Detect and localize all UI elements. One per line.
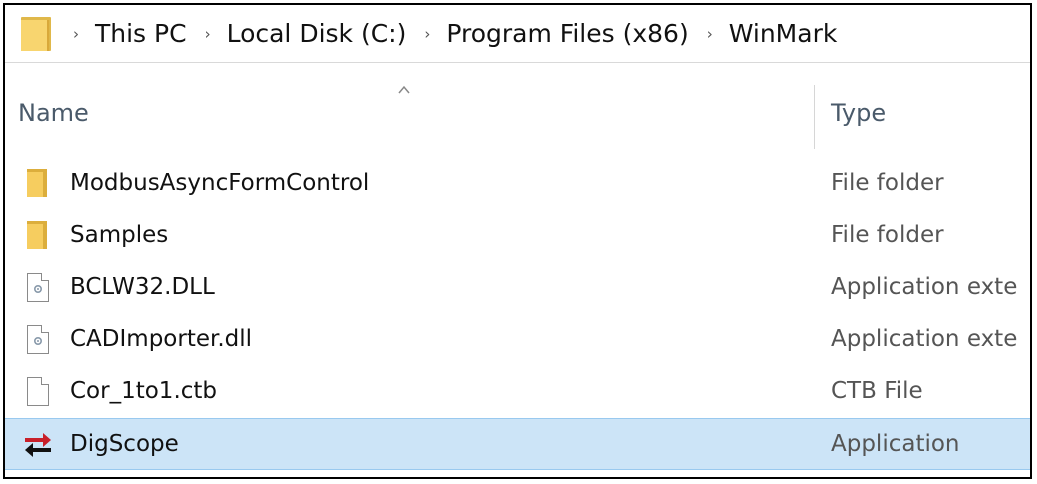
list-item[interactable]: Cor_1to1.ctb CTB File bbox=[5, 366, 1030, 418]
chevron-right-icon[interactable]: › bbox=[73, 25, 79, 43]
file-type: Application exte bbox=[831, 326, 1018, 352]
file-list: ModbusAsyncFormControl File folder Sampl… bbox=[5, 158, 1030, 470]
list-item[interactable]: Samples File folder bbox=[5, 210, 1030, 262]
column-divider[interactable] bbox=[814, 85, 815, 149]
column-header-name[interactable]: Name bbox=[18, 99, 89, 127]
folder-icon bbox=[23, 221, 53, 251]
column-header-type[interactable]: Type bbox=[831, 99, 886, 127]
digscope-app-icon bbox=[25, 433, 51, 457]
file-type: File folder bbox=[831, 222, 944, 248]
list-item[interactable]: BCLW32.DLL Application exte bbox=[5, 262, 1030, 314]
breadcrumb-program-files[interactable]: Program Files (x86) bbox=[446, 19, 688, 48]
folder-icon bbox=[23, 169, 53, 199]
file-type: CTB File bbox=[831, 378, 923, 404]
chevron-right-icon[interactable]: › bbox=[424, 25, 430, 43]
folder-icon bbox=[21, 16, 51, 51]
file-name: Samples bbox=[70, 222, 169, 248]
file-name: BCLW32.DLL bbox=[70, 274, 215, 300]
list-item[interactable]: CADImporter.dll Application exte bbox=[5, 314, 1030, 366]
list-item[interactable]: ModbusAsyncFormControl File folder bbox=[5, 158, 1030, 210]
file-explorer-window: › This PC › Local Disk (C:) › Program Fi… bbox=[3, 3, 1032, 479]
breadcrumb-local-disk[interactable]: Local Disk (C:) bbox=[227, 19, 407, 48]
file-type: File folder bbox=[831, 170, 944, 196]
file-name: ModbusAsyncFormControl bbox=[70, 170, 370, 196]
list-item[interactable]: DigScope Application bbox=[5, 418, 1030, 470]
chevron-right-icon[interactable]: › bbox=[205, 25, 211, 43]
address-bar[interactable]: › This PC › Local Disk (C:) › Program Fi… bbox=[5, 5, 1030, 63]
file-name: Cor_1to1.ctb bbox=[70, 378, 218, 404]
generic-file-icon bbox=[23, 377, 53, 407]
breadcrumb-this-pc[interactable]: This PC bbox=[95, 19, 187, 48]
file-type: Application exte bbox=[831, 274, 1018, 300]
chevron-right-icon[interactable]: › bbox=[707, 25, 713, 43]
file-name: DigScope bbox=[70, 431, 179, 457]
file-type: Application bbox=[831, 431, 960, 457]
breadcrumb-winmark[interactable]: WinMark bbox=[729, 19, 838, 48]
file-name: CADImporter.dll bbox=[70, 326, 253, 352]
dll-file-icon bbox=[23, 273, 53, 303]
dll-file-icon bbox=[23, 325, 53, 355]
sort-ascending-icon bbox=[398, 85, 410, 94]
column-header: Name Type bbox=[5, 65, 1030, 165]
